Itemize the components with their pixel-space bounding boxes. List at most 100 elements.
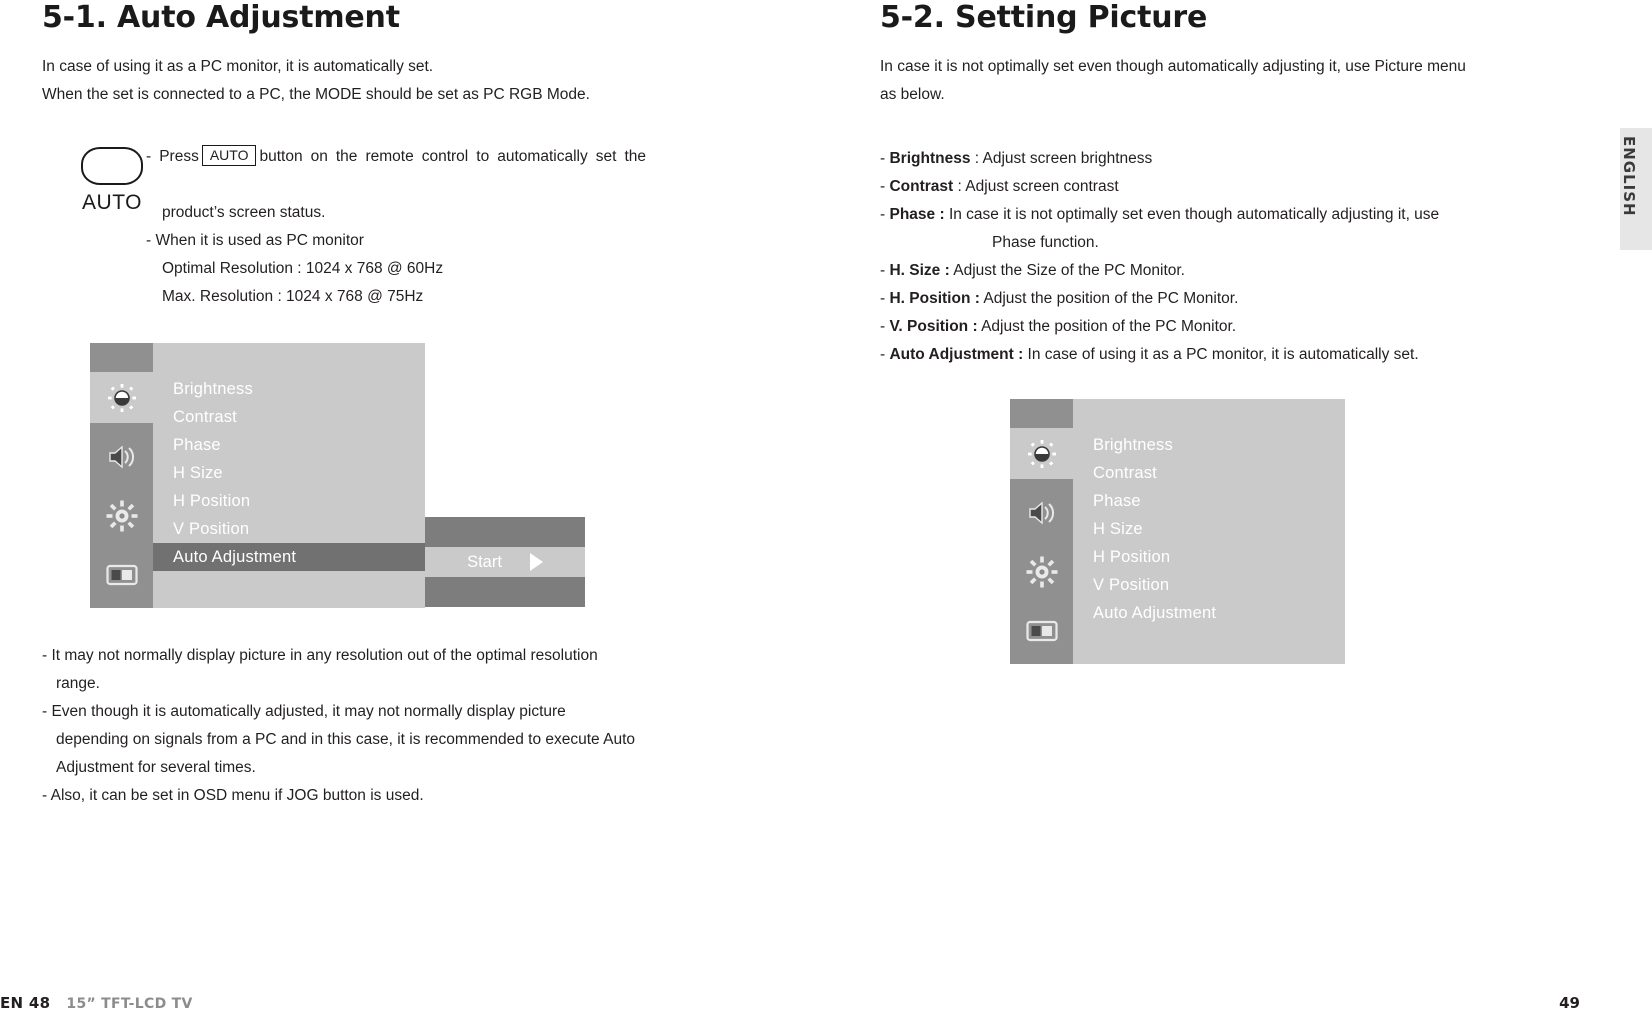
note-2-line-3: Adjustment for several times. xyxy=(56,759,256,776)
osd-item-brightness[interactable]: Brightness xyxy=(153,375,425,403)
osd-start-control[interactable]: Start xyxy=(425,547,585,577)
def-dash: - xyxy=(880,178,886,195)
def-term: Contrast xyxy=(889,178,954,195)
def-dash: - xyxy=(880,206,886,223)
right-intro-line-1: In case it is not optimally set even tho… xyxy=(880,58,1466,75)
list-item: - It may not normally display picture in… xyxy=(42,642,642,670)
osd-item-h-position[interactable]: H Position xyxy=(1073,543,1345,571)
auto-remote-key: AUTO xyxy=(64,147,160,215)
definition-contrast: - Contrast : Adjust screen contrast xyxy=(880,173,1480,201)
gear-icon[interactable] xyxy=(90,490,153,541)
definition-v-position: - V. Position : Adjust the position of t… xyxy=(880,313,1480,341)
osd-menu-left: Brightness Contrast Phase H Size H Posit… xyxy=(90,343,642,608)
osd-item-phase[interactable]: Phase xyxy=(1073,487,1345,515)
note-2-line-1: - Even though it is automatically adjust… xyxy=(42,703,566,720)
osd-panel: Brightness Contrast Phase H Size H Posit… xyxy=(90,343,585,608)
osd-item-contrast[interactable]: Contrast xyxy=(153,403,425,431)
speaker-icon[interactable] xyxy=(90,431,153,482)
osd-item-h-size[interactable]: H Size xyxy=(153,459,425,487)
screen-icon[interactable] xyxy=(90,549,153,600)
left-column: 5-1. Auto Adjustment In case of using it… xyxy=(42,0,646,810)
footer-page-number: 49 xyxy=(1559,994,1580,1012)
note-2-line-2: depending on signals from a PC and in th… xyxy=(56,731,636,748)
osd-item-auto-adjustment[interactable]: Auto Adjustment xyxy=(1073,599,1345,627)
manual-page: 5-1. Auto Adjustment In case of using it… xyxy=(0,0,1652,1022)
press-suffix-text: button on the remote control to automati… xyxy=(259,148,646,165)
def-sep: : xyxy=(970,150,983,167)
list-item: Adjustment for several times. xyxy=(42,754,642,782)
osd-item-v-position[interactable]: V Position xyxy=(1073,571,1345,599)
left-intro-line-2: When the set is connected to a PC, the M… xyxy=(42,86,590,103)
optimal-resolution-line: Optimal Resolution : 1024 x 768 @ 60Hz xyxy=(162,260,444,277)
osd-value-band-bottom xyxy=(425,577,585,607)
def-dash: - xyxy=(880,318,886,335)
osd-icon-bar xyxy=(90,343,153,608)
list-item: - Even though it is automatically adjust… xyxy=(42,698,642,726)
definition-h-position: - H. Position : Adjust the position of t… xyxy=(880,285,1480,313)
definition-h-size: - H. Size : Adjust the Size of the PC Mo… xyxy=(880,257,1480,285)
def-term: V. Position : xyxy=(889,318,978,335)
def-dash: - xyxy=(880,262,886,279)
list-item: range. xyxy=(42,670,642,698)
picture-settings-definitions: - Brightness : Adjust screen brightness … xyxy=(880,145,1480,369)
def-dash: - xyxy=(880,290,886,307)
speaker-icon[interactable] xyxy=(1010,487,1073,538)
osd-item-list: Brightness Contrast Phase H Size H Posit… xyxy=(1073,399,1345,627)
auto-inline-key: AUTO xyxy=(201,145,257,166)
osd-icon-bar xyxy=(1010,399,1073,664)
def-cont: Phase function. xyxy=(992,234,1099,251)
right-triangle-icon[interactable] xyxy=(529,553,543,571)
osd-item-contrast[interactable]: Contrast xyxy=(1073,459,1345,487)
language-tab: ENGLISH xyxy=(1620,128,1652,250)
right-intro-line-2: as below. xyxy=(880,86,945,103)
def-sep: : xyxy=(953,178,966,195)
def-term: Phase : xyxy=(889,206,945,223)
brightness-icon[interactable] xyxy=(1010,428,1073,479)
def-desc: Adjust screen brightness xyxy=(982,150,1153,167)
def-term: H. Size : xyxy=(889,262,950,279)
note-3-line-1: - Also, it can be set in OSD menu if JOG… xyxy=(42,787,424,804)
footer-page-code: EN 48 xyxy=(0,994,51,1012)
osd-menu-right: Brightness Contrast Phase H Size H Posit… xyxy=(1010,399,1480,664)
language-tab-label: ENGLISH xyxy=(1620,136,1638,217)
list-item: - Also, it can be set in OSD menu if JOG… xyxy=(42,782,642,810)
def-term: Brightness xyxy=(889,150,971,167)
osd-item-v-position[interactable]: V Position xyxy=(153,515,425,543)
osd-item-list: Brightness Contrast Phase H Size H Posit… xyxy=(153,343,425,571)
right-column: 5-2. Setting Picture In case it is not o… xyxy=(880,0,1480,664)
osd-item-h-position[interactable]: H Position xyxy=(153,487,425,515)
definition-phase: - Phase : In case it is not optimally se… xyxy=(880,201,1480,229)
osd-item-brightness[interactable]: Brightness xyxy=(1073,431,1345,459)
auto-key-label: AUTO xyxy=(82,191,142,214)
auto-key-block: AUTO - Press AUTO button on the remote con… xyxy=(42,143,646,311)
gear-icon[interactable] xyxy=(1010,546,1073,597)
def-term: Auto Adjustment : xyxy=(889,346,1024,363)
page-title-left: 5-1. Auto Adjustment xyxy=(42,0,400,35)
footer-model-name: 15” TFT-LCD TV xyxy=(66,996,193,1012)
press-line-2: product’s screen status. xyxy=(162,204,326,221)
when-used-line: - When it is used as PC monitor xyxy=(146,232,364,249)
def-desc: Adjust screen contrast xyxy=(965,178,1119,195)
max-resolution-line: Max. Resolution : 1024 x 768 @ 75Hz xyxy=(162,288,424,305)
def-dash: - xyxy=(880,150,886,167)
osd-panel: Brightness Contrast Phase H Size H Posit… xyxy=(1010,399,1345,664)
def-term: H. Position : xyxy=(889,290,980,307)
auto-key-description: - Press AUTO button on the remote control … xyxy=(146,143,646,311)
def-desc: In case of using it as a PC monitor, it … xyxy=(1027,346,1419,363)
footer-left: EN 48 15” TFT-LCD TV xyxy=(0,994,193,1012)
def-desc: Adjust the position of the PC Monitor. xyxy=(981,318,1237,335)
brightness-icon[interactable] xyxy=(90,372,153,423)
osd-item-auto-adjustment[interactable]: Auto Adjustment xyxy=(153,543,425,571)
page-title-right: 5-2. Setting Picture xyxy=(880,0,1208,35)
left-intro-line-1: In case of using it as a PC monitor, it … xyxy=(42,58,434,75)
def-desc: In case it is not optimally set even tho… xyxy=(948,206,1440,223)
list-item: depending on signals from a PC and in th… xyxy=(42,726,642,754)
osd-item-phase[interactable]: Phase xyxy=(153,431,425,459)
def-desc: Adjust the Size of the PC Monitor. xyxy=(953,262,1185,279)
osd-item-h-size[interactable]: H Size xyxy=(1073,515,1345,543)
definition-phase-continued: Phase function. xyxy=(880,229,1480,257)
osd-value-column: Start xyxy=(425,343,585,608)
screen-icon[interactable] xyxy=(1010,605,1073,656)
note-1-line-2: range. xyxy=(56,675,100,692)
note-1-line-1: - It may not normally display picture in… xyxy=(42,647,598,664)
